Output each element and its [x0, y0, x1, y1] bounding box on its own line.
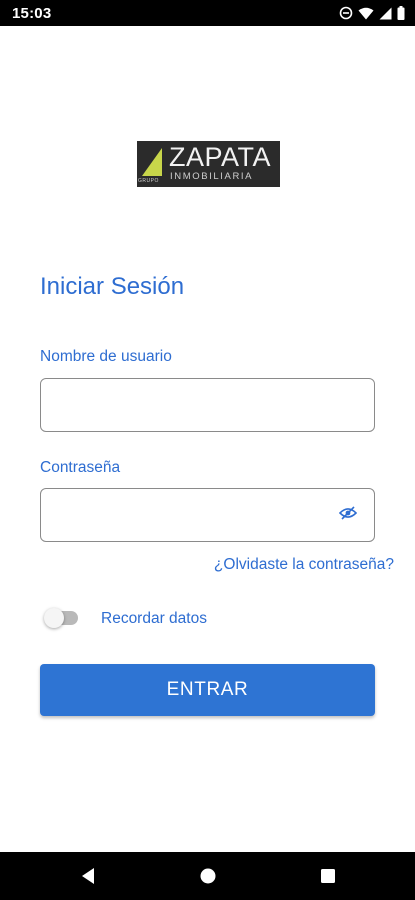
eye-off-icon	[338, 505, 358, 525]
do-not-disturb-icon	[339, 6, 353, 20]
navigation-bar	[0, 852, 415, 900]
password-input[interactable]	[40, 488, 375, 542]
logo-name: ZAPATA	[169, 142, 272, 172]
toggle-thumb	[44, 608, 64, 628]
password-label: Contraseña	[40, 459, 121, 476]
status-icons	[339, 5, 405, 21]
home-icon	[200, 868, 216, 884]
recents-button[interactable]	[318, 866, 338, 886]
home-button[interactable]	[198, 866, 218, 886]
username-label: Nombre de usuario	[40, 348, 172, 365]
company-logo: GRUPO ZAPATA INMOBILIARIA	[137, 141, 280, 187]
signal-icon	[379, 7, 392, 20]
remember-label: Recordar datos	[101, 610, 207, 627]
battery-icon	[397, 6, 405, 20]
logo-small-text: GRUPO	[138, 178, 159, 184]
recents-icon	[321, 869, 335, 883]
toggle-password-visibility-button[interactable]	[337, 505, 359, 525]
username-input[interactable]	[40, 378, 375, 432]
status-bar: 15:03	[0, 0, 415, 26]
logo-mark-icon	[140, 144, 164, 178]
back-button[interactable]	[78, 866, 98, 886]
status-time: 15:03	[12, 5, 52, 22]
logo-subtitle: INMOBILIARIA	[170, 171, 254, 182]
remember-toggle[interactable]	[44, 606, 82, 630]
wifi-icon	[358, 7, 374, 20]
forgot-password-link[interactable]: ¿Olvidaste la contraseña?	[214, 556, 394, 574]
login-button[interactable]: ENTRAR	[40, 664, 375, 716]
page-title: Iniciar Sesión	[40, 273, 185, 300]
back-icon	[82, 868, 94, 884]
